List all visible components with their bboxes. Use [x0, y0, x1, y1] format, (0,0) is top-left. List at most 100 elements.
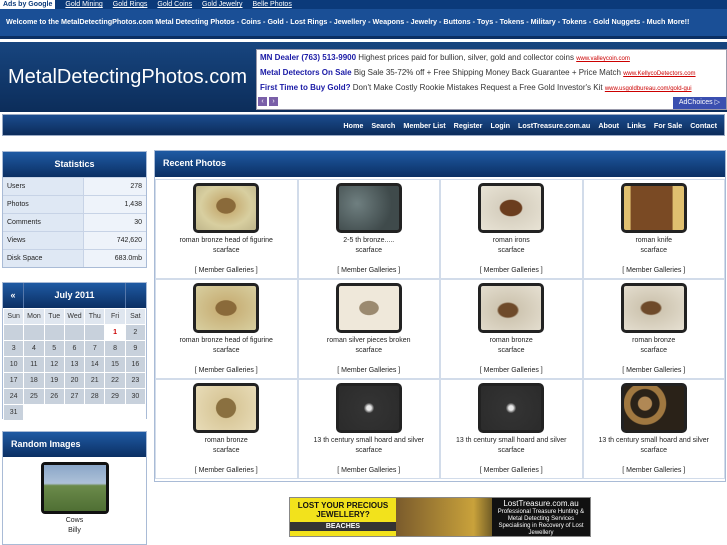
- calendar-day[interactable]: 13: [64, 357, 85, 372]
- photo-title[interactable]: 2-5 th bronze.....: [299, 236, 440, 246]
- calendar-day[interactable]: 23: [125, 373, 145, 388]
- ad-link-gold-jewelry[interactable]: Gold Jewelry: [202, 1, 242, 8]
- photo-user[interactable]: scarface: [156, 246, 297, 256]
- nav-member-list[interactable]: Member List: [403, 121, 445, 130]
- ad-link-gold-mining[interactable]: Gold Mining: [65, 1, 102, 8]
- ad-link-gold-rings[interactable]: Gold Rings: [113, 1, 148, 8]
- photo-user[interactable]: scarface: [156, 446, 297, 456]
- photo-title[interactable]: roman bronze: [156, 436, 297, 446]
- calendar-day[interactable]: 15: [105, 357, 125, 372]
- adchoices-button[interactable]: AdChoices ▷: [672, 97, 726, 109]
- calendar-prev-button[interactable]: «: [3, 283, 23, 308]
- member-galleries-link[interactable]: [ Member Galleries ]: [584, 367, 725, 374]
- photo-title[interactable]: roman knife: [584, 236, 725, 246]
- calendar-day[interactable]: 6: [64, 341, 85, 356]
- photo-thumbnail[interactable]: [620, 183, 687, 233]
- ad-item[interactable]: First Time to Buy Gold? Don't Make Costl…: [257, 80, 726, 95]
- photo-thumbnail[interactable]: [620, 383, 687, 433]
- calendar-day[interactable]: 3: [4, 341, 24, 356]
- calendar-day[interactable]: 12: [44, 357, 64, 372]
- calendar-day[interactable]: 7: [85, 341, 105, 356]
- calendar-day[interactable]: 17: [4, 373, 24, 388]
- calendar-day[interactable]: 16: [125, 357, 145, 372]
- photo-user[interactable]: scarface: [441, 346, 582, 356]
- photo-thumbnail[interactable]: [193, 283, 260, 333]
- photo-thumbnail[interactable]: [478, 283, 545, 333]
- member-galleries-link[interactable]: [ Member Galleries ]: [299, 467, 440, 474]
- nav-search[interactable]: Search: [371, 121, 395, 130]
- photo-title[interactable]: roman bronze head of figurine: [156, 336, 297, 346]
- calendar-day[interactable]: 26: [44, 389, 64, 404]
- photo-title[interactable]: 13 th century small hoard and silver: [441, 436, 582, 446]
- ad-next-button[interactable]: ›: [269, 97, 278, 106]
- calendar-day[interactable]: 29: [105, 389, 125, 404]
- calendar-day[interactable]: 31: [4, 405, 24, 420]
- calendar-day[interactable]: 1: [105, 325, 125, 340]
- nav-losttreasure[interactable]: LostTreasure.com.au: [518, 121, 590, 130]
- photo-user[interactable]: scarface: [299, 446, 440, 456]
- calendar-day[interactable]: 9: [125, 341, 145, 356]
- ads-by-google-label[interactable]: Ads by Google: [0, 0, 56, 9]
- calendar-day[interactable]: 25: [24, 389, 44, 404]
- photo-thumbnail[interactable]: [478, 383, 545, 433]
- member-galleries-link[interactable]: [ Member Galleries ]: [441, 467, 582, 474]
- nav-links[interactable]: Links: [627, 121, 646, 130]
- calendar-day[interactable]: 22: [105, 373, 125, 388]
- photo-title[interactable]: roman bronze: [441, 336, 582, 346]
- photo-user[interactable]: scarface: [299, 346, 440, 356]
- photo-title[interactable]: roman irons: [441, 236, 582, 246]
- ad-item[interactable]: Metal Detectors On Sale Big Sale 35-72% …: [257, 65, 726, 80]
- losttreasure-banner-ad[interactable]: LOST YOUR PRECIOUS JEWELLERY? BEACHES Lo…: [289, 497, 591, 537]
- random-image-thumbnail[interactable]: [41, 462, 109, 514]
- nav-for-sale[interactable]: For Sale: [654, 121, 682, 130]
- calendar-day[interactable]: 21: [85, 373, 105, 388]
- nav-login[interactable]: Login: [490, 121, 510, 130]
- member-galleries-link[interactable]: [ Member Galleries ]: [156, 467, 297, 474]
- calendar-day[interactable]: 14: [85, 357, 105, 372]
- calendar-day[interactable]: 27: [64, 389, 85, 404]
- member-galleries-link[interactable]: [ Member Galleries ]: [156, 367, 297, 374]
- photo-thumbnail[interactable]: [193, 183, 260, 233]
- photo-thumbnail[interactable]: [620, 283, 687, 333]
- photo-thumbnail[interactable]: [478, 183, 545, 233]
- ad-url[interactable]: www.KellycoDetectors.com: [623, 71, 695, 77]
- ad-url[interactable]: www.valleycoin.com: [576, 56, 630, 62]
- ad-headline[interactable]: Metal Detectors On Sale: [260, 68, 352, 77]
- member-galleries-link[interactable]: [ Member Galleries ]: [441, 267, 582, 274]
- photo-user[interactable]: scarface: [441, 246, 582, 256]
- ad-url[interactable]: www.usgoldbureau.com/gold-gui: [605, 86, 692, 92]
- member-galleries-link[interactable]: [ Member Galleries ]: [299, 367, 440, 374]
- ad-link-belle-photos[interactable]: Belle Photos: [253, 1, 292, 8]
- ad-item[interactable]: MN Dealer (763) 513-9900 Highest prices …: [257, 50, 726, 65]
- photo-title[interactable]: roman bronze head of figurine: [156, 236, 297, 246]
- photo-user[interactable]: scarface: [584, 446, 725, 456]
- member-galleries-link[interactable]: [ Member Galleries ]: [441, 367, 582, 374]
- ad-headline[interactable]: First Time to Buy Gold?: [260, 83, 351, 92]
- member-galleries-link[interactable]: [ Member Galleries ]: [584, 267, 725, 274]
- random-image-owner[interactable]: Billy: [3, 526, 146, 536]
- random-image-caption[interactable]: Cows: [3, 516, 146, 526]
- nav-register[interactable]: Register: [454, 121, 483, 130]
- calendar-day[interactable]: 11: [24, 357, 44, 372]
- calendar-day[interactable]: 20: [64, 373, 85, 388]
- photo-title[interactable]: 13 th century small hoard and silver: [299, 436, 440, 446]
- photo-user[interactable]: scarface: [441, 446, 582, 456]
- ad-prev-button[interactable]: ‹: [258, 97, 267, 106]
- ad-headline[interactable]: MN Dealer (763) 513-9900: [260, 53, 356, 62]
- photo-thumbnail[interactable]: [335, 283, 402, 333]
- photo-title[interactable]: roman bronze: [584, 336, 725, 346]
- photo-thumbnail[interactable]: [335, 183, 402, 233]
- photo-title[interactable]: roman silver pieces broken: [299, 336, 440, 346]
- calendar-day[interactable]: 10: [4, 357, 24, 372]
- calendar-day[interactable]: 18: [24, 373, 44, 388]
- photo-user[interactable]: scarface: [584, 346, 725, 356]
- member-galleries-link[interactable]: [ Member Galleries ]: [584, 467, 725, 474]
- member-galleries-link[interactable]: [ Member Galleries ]: [156, 267, 297, 274]
- calendar-day[interactable]: 2: [125, 325, 145, 340]
- photo-thumbnail[interactable]: [335, 383, 402, 433]
- calendar-day[interactable]: 8: [105, 341, 125, 356]
- calendar-day[interactable]: 19: [44, 373, 64, 388]
- nav-about[interactable]: About: [598, 121, 619, 130]
- calendar-day[interactable]: 5: [44, 341, 64, 356]
- ad-link-gold-coins[interactable]: Gold Coins: [157, 1, 192, 8]
